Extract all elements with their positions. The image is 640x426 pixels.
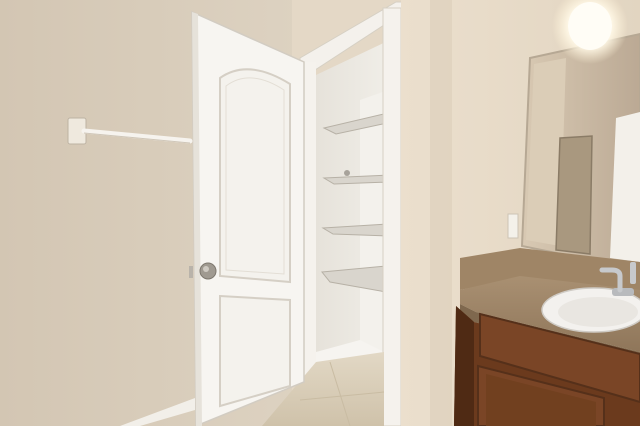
bathroom-photo: [0, 0, 640, 426]
vanity-side: [454, 306, 474, 426]
outlet-plate: [507, 213, 519, 239]
light-fixture: [568, 2, 612, 50]
door-casing-right: [382, 7, 402, 426]
door-hinge-plate: [189, 266, 193, 278]
door-lower-panel: [219, 294, 291, 408]
wall-corner-shade: [430, 0, 452, 426]
mirror-reflection-shower: [555, 135, 593, 255]
faucet-base: [612, 288, 634, 296]
faucet-handle: [630, 262, 636, 284]
shelf-bracket: [344, 170, 350, 176]
closet-door[interactable]: [189, 10, 305, 426]
door-upper-panel: [219, 68, 291, 284]
